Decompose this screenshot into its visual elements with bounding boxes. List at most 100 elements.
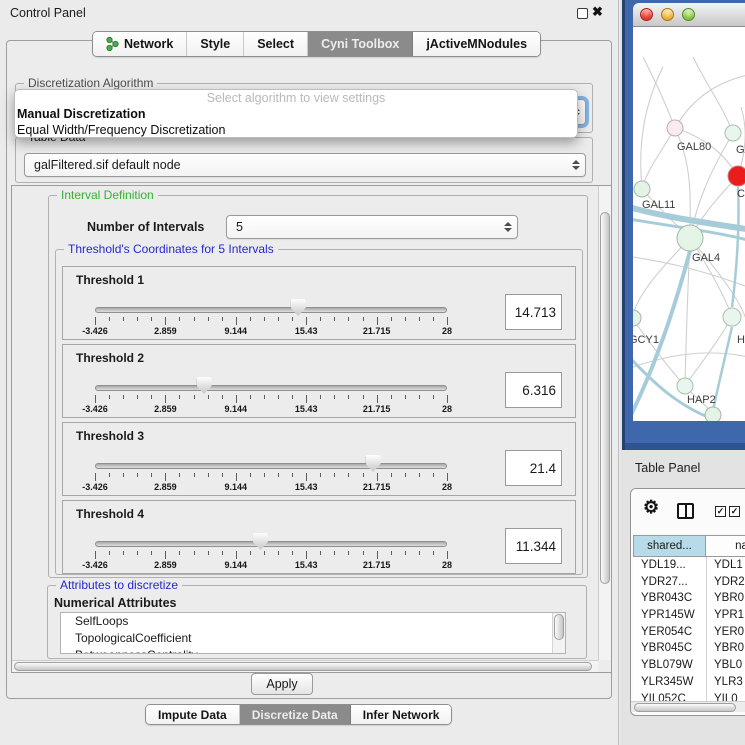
table-cell[interactable]: YBR0	[706, 640, 745, 657]
checkbox-select-all-icon[interactable]: ✓	[729, 506, 740, 517]
threshold-coordinates-group: Threshold's Coordinates for 5 Intervals …	[55, 249, 583, 575]
table-panel: ⚙ ✓ ✓ shared...na YDL19...YDL1YDR27...YD…	[630, 488, 745, 716]
minimize-traffic-light-icon[interactable]	[661, 8, 674, 21]
list-scrollbar-thumb[interactable]	[554, 614, 564, 640]
tab-label: Infer Network	[363, 708, 440, 722]
algorithm-prompt-item[interactable]: Select algorithm to view settings	[15, 91, 577, 106]
slider-ticks	[95, 395, 447, 403]
horizontal-scrollbar[interactable]	[12, 660, 598, 672]
scrollbar-corner	[598, 660, 611, 672]
slider-track[interactable]	[95, 463, 447, 469]
close-traffic-light-icon[interactable]	[640, 8, 653, 21]
vertical-scrollbar-thumb[interactable]	[600, 212, 610, 584]
network-view-window[interactable]: GAL80GACGAL11GAL4GCY1HHAP2	[622, 0, 745, 450]
network-node[interactable]	[677, 378, 693, 394]
gear-icon[interactable]: ⚙	[643, 497, 659, 518]
zoom-traffic-light-icon[interactable]	[682, 8, 695, 21]
tab-impute-data[interactable]: Impute Data	[146, 705, 240, 724]
slider-track[interactable]	[95, 307, 447, 313]
number-of-intervals-combobox[interactable]: 5	[226, 215, 518, 239]
slider-thumb[interactable]	[197, 377, 212, 394]
algorithm-option-manual-discretization[interactable]: Manual Discretization	[15, 106, 577, 122]
algorithm-option-equal-width-frequency-discretization[interactable]: Equal Width/Frequency Discretization	[15, 122, 577, 138]
panel-title: Control Panel	[10, 6, 86, 20]
split-columns-icon[interactable]	[677, 503, 694, 519]
network-node[interactable]	[677, 225, 703, 251]
tab-cyni-toolbox[interactable]: Cyni Toolbox	[308, 32, 413, 56]
slider-thumb[interactable]	[366, 455, 381, 472]
table-row[interactable]: YPR145WYPR1	[633, 607, 745, 624]
checkbox-select-icon[interactable]: ✓	[715, 506, 726, 517]
threshold-value-field[interactable]: 14.713	[505, 294, 562, 330]
network-node[interactable]	[723, 308, 741, 326]
table-cell[interactable]: YER0	[706, 624, 745, 641]
table-hscroll-thumb[interactable]	[634, 703, 736, 712]
table-cell[interactable]: YDL1	[706, 557, 745, 574]
table-row[interactable]: YBR045CYBR0	[633, 640, 745, 657]
cyni-toolbox-panel: Discretization Algorithm Select algorith…	[6, 40, 612, 699]
table-row[interactable]: YBL079WYBL0	[633, 657, 745, 674]
slider-thumb[interactable]	[253, 533, 268, 550]
tab-discretize-data[interactable]: Discretize Data	[240, 705, 351, 724]
attribute-item-selfloops[interactable]: SelfLoops	[61, 613, 565, 630]
slider-ticks	[95, 551, 447, 559]
cyni-mode-tabs: Impute DataDiscretize Data Infer Network	[145, 704, 452, 725]
list-scrollbar[interactable]	[552, 613, 565, 653]
attribute-item-betweennesscentrality[interactable]: BetweennessCentrality	[61, 647, 565, 654]
right-side-panel: GAL80GACGAL11GAL4GCY1HHAP2 Table Panel ⚙…	[620, 0, 745, 745]
table-cell[interactable]: YDR27...	[633, 574, 706, 591]
float-window-icon[interactable]	[577, 8, 588, 19]
attribute-item-topologicalcoefficient[interactable]: TopologicalCoefficient	[61, 630, 565, 647]
table-row[interactable]: YER054CYER0	[633, 624, 745, 641]
table-cell[interactable]: YLR345W	[633, 674, 706, 691]
network-node[interactable]	[705, 407, 721, 421]
tab-infer-network[interactable]: Infer Network	[351, 705, 452, 724]
slider-track[interactable]	[95, 385, 447, 391]
network-node[interactable]	[633, 310, 641, 326]
table-cell[interactable]: YDL19...	[633, 557, 706, 574]
threshold-value-field[interactable]: 11.344	[505, 528, 562, 564]
table-cell[interactable]: YBL0	[706, 657, 745, 674]
tab-label: Style	[200, 37, 230, 51]
table-row[interactable]: YDR27...YDR2	[633, 574, 745, 591]
table-cell[interactable]: YDR2	[706, 574, 745, 591]
table-column-header-1[interactable]: shared...	[633, 535, 706, 557]
table-data-combobox[interactable]: galFiltered.sif default node	[24, 153, 586, 177]
table-cell[interactable]: YER054C	[633, 624, 706, 641]
tab-network[interactable]: Network	[93, 32, 187, 56]
number-of-intervals-label: Number of Intervals	[87, 220, 204, 234]
network-canvas[interactable]: GAL80GACGAL11GAL4GCY1HHAP2	[633, 27, 745, 421]
numerical-attributes-listbox: SelfLoopsTopologicalCoefficientBetweenne…	[60, 612, 566, 654]
apply-button[interactable]: Apply	[251, 673, 313, 695]
close-icon[interactable]: ✖	[592, 4, 603, 20]
table-row[interactable]: YDL19...YDL1	[633, 557, 745, 574]
slider-track[interactable]	[95, 541, 447, 547]
table-cell[interactable]: YPR145W	[633, 607, 706, 624]
network-node[interactable]	[667, 120, 683, 136]
table-row[interactable]: YBR043CYBR0	[633, 590, 745, 607]
table-horizontal-scrollbar[interactable]	[631, 701, 745, 712]
network-node[interactable]	[728, 166, 745, 186]
tab-style[interactable]: Style	[187, 32, 244, 56]
vertical-scrollbar[interactable]	[598, 186, 611, 660]
table-row[interactable]: YLR345WYLR3	[633, 674, 745, 691]
tab-jactivemnodules[interactable]: jActiveMNodules	[413, 32, 540, 56]
network-node[interactable]	[634, 181, 650, 197]
threshold-label: Threshold 3	[76, 429, 144, 443]
horizontal-scrollbar-thumb[interactable]	[14, 662, 592, 671]
table-cell[interactable]: YLR3	[706, 674, 745, 691]
table-column-header-2[interactable]: na	[706, 535, 745, 557]
table-cell[interactable]: YBR045C	[633, 640, 706, 657]
threshold-value-field[interactable]: 6.316	[505, 372, 562, 408]
table-cell[interactable]: YPR1	[706, 607, 745, 624]
tab-select[interactable]: Select	[244, 32, 308, 56]
table-cell[interactable]: YBR043C	[633, 590, 706, 607]
table-data-group: Table Data galFiltered.sif default node	[15, 137, 593, 183]
threshold-value-field[interactable]: 21.4	[505, 450, 562, 486]
table-rows: YDL19...YDL1YDR27...YDR2YBR043CYBR0YPR14…	[633, 557, 745, 707]
table-cell[interactable]: YBR0	[706, 590, 745, 607]
table-cell[interactable]: YBL079W	[633, 657, 706, 674]
network-node[interactable]	[725, 125, 741, 141]
threshold-panel-1: Threshold 1-3.4262.8599.14415.4321.71528…	[62, 266, 576, 340]
slider-thumb[interactable]	[291, 299, 306, 316]
